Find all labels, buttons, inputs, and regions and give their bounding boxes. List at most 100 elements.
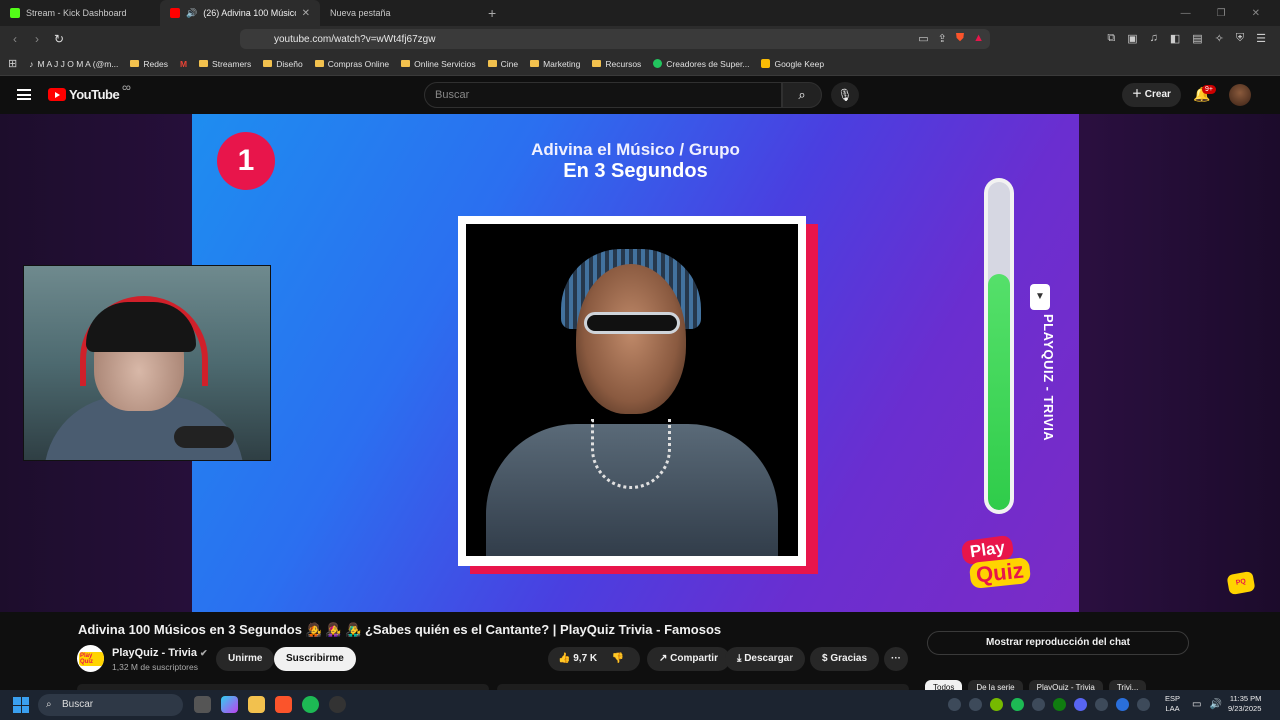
bookmark-label: Cine <box>500 58 519 69</box>
bookmark-streamers[interactable]: Streamers <box>199 59 251 69</box>
bluetooth-icon[interactable] <box>1116 698 1129 711</box>
folder-icon <box>487 60 497 67</box>
apps-grid-icon[interactable]: ⊞ <box>8 57 17 70</box>
account-avatar[interactable] <box>1229 84 1251 106</box>
windows-start-icon[interactable] <box>13 697 29 713</box>
cast-icon[interactable]: ▭ <box>918 32 928 45</box>
share-button[interactable]: ↗ Compartir <box>647 647 730 671</box>
bookmark-online-servicios[interactable]: Online Servicios <box>401 58 476 69</box>
bookmark-label: Google Keep <box>774 58 825 69</box>
bookmark-marketing[interactable]: Marketing <box>530 59 580 69</box>
dislike-button[interactable]: 👎 <box>612 653 624 664</box>
bookmark-cine[interactable]: Cine <box>487 58 519 69</box>
thanks-button[interactable]: $ Gracias <box>810 647 880 671</box>
download-label: Descargar <box>744 653 794 664</box>
bookmark-label: Redes <box>143 58 168 69</box>
file-explorer-icon[interactable] <box>248 696 265 713</box>
download-button[interactable]: ⤓ Descargar <box>725 647 806 671</box>
taskbar-clock[interactable]: 11:35 PM 9/23/2025 <box>1228 694 1261 714</box>
bookmark-compras-online[interactable]: Compras Online <box>314 59 389 69</box>
share-icon[interactable]: ⇪ <box>938 32 947 45</box>
timer-meter-track <box>988 182 1010 510</box>
media-icon[interactable]: ♫ <box>1150 32 1158 45</box>
obs-icon[interactable] <box>329 696 346 713</box>
menu-icon[interactable]: ☰ <box>1256 32 1266 45</box>
hamburger-menu-icon[interactable] <box>17 89 31 100</box>
minimize-icon[interactable]: — <box>1181 8 1191 19</box>
thumbs-up-icon: 👍 <box>558 653 574 664</box>
clock-date: 9/23/2025 <box>1228 704 1262 713</box>
address-bar[interactable]: youtube.com/watch?v=wWt4fj67zgw ▭ ⇪ ⛊ ▲ <box>240 29 990 49</box>
vpn-icon[interactable]: ⛨ <box>1236 32 1244 45</box>
video-player[interactable]: 1 Adivina el Músico / Grupo En 3 Segundo… <box>192 114 1079 612</box>
bookmark-label: M A J J O M A (@m... <box>37 58 119 69</box>
youtube-logo[interactable]: YouTube CO <box>48 86 131 102</box>
browser-right-tools: ⧉ ▣ ♫ ◧ ▤ ✧ ⛨ ☰ <box>1107 32 1266 45</box>
thumbs-down-icon: 👎 <box>611 653 625 664</box>
artist-photo <box>466 224 798 556</box>
new-tab-button[interactable]: + <box>480 5 504 21</box>
gmail-icon: M <box>179 58 188 69</box>
extensions-icon[interactable]: ⧉ <box>1107 32 1115 45</box>
brave-browser-icon[interactable] <box>275 696 292 713</box>
tray-app-icon[interactable] <box>1095 698 1108 711</box>
search-input[interactable]: Buscar <box>424 82 782 108</box>
bookmark-tiktok[interactable]: ♪ M A J J O M A (@m... <box>29 59 118 69</box>
channel-name[interactable]: PlayQuiz - Trivia ✔ <box>112 647 208 659</box>
youtube-header: YouTube CO Buscar ⌕ 🎙 ＋ Crear 🔔 9+ <box>0 76 1280 114</box>
discord-icon[interactable] <box>1074 698 1087 711</box>
sunglasses <box>584 312 680 334</box>
leo-ai-icon[interactable]: ✧ <box>1215 32 1224 45</box>
show-chat-replay-button[interactable]: Mostrar reproducción del chat <box>927 631 1189 655</box>
xbox-icon[interactable] <box>1053 698 1066 711</box>
quick-settings[interactable]: ▭ 🔊 <box>1192 699 1222 710</box>
bookmark-redes[interactable]: Redes <box>130 59 168 69</box>
search-button[interactable]: ⌕ <box>782 82 822 108</box>
kick-icon <box>10 8 20 18</box>
voice-search-button[interactable]: 🎙 <box>831 82 859 108</box>
taskbar-search[interactable]: Buscar <box>38 694 183 716</box>
tab-new-tab[interactable]: Nueva pestaña <box>320 0 480 26</box>
input-language[interactable]: ESP LAA <box>1165 694 1180 714</box>
spotify-tray-icon[interactable] <box>1011 698 1024 711</box>
sidebar-icon[interactable]: ◧ <box>1170 32 1180 45</box>
close-tab-icon[interactable]: ✕ <box>302 8 310 19</box>
bookmark-recursos[interactable]: Recursos <box>592 59 641 69</box>
join-button[interactable]: Unirme <box>216 647 275 671</box>
channel-avatar[interactable] <box>77 645 104 672</box>
create-button[interactable]: ＋ Crear <box>1122 83 1181 107</box>
brave-rewards-icon[interactable]: ▲ <box>973 32 984 45</box>
back-icon[interactable]: ‹ <box>4 32 26 46</box>
more-actions-button[interactable]: ··· <box>884 647 908 671</box>
tray-app-icon[interactable] <box>969 698 982 711</box>
forward-icon[interactable]: › <box>26 32 48 46</box>
bookmark-google-keep[interactable]: Google Keep <box>761 59 824 69</box>
close-window-icon[interactable]: ✕ <box>1252 8 1260 19</box>
wallet-icon[interactable]: ▤ <box>1192 32 1202 45</box>
bookmark-diseno[interactable]: Diseño <box>263 59 303 69</box>
steam-icon[interactable] <box>1032 698 1045 711</box>
video-title: Adivina 100 Músicos en 3 Segundos 🧑‍🎤 👩‍… <box>78 622 722 637</box>
copilot-icon[interactable] <box>221 696 238 713</box>
screenshot-icon[interactable]: ▣ <box>1127 32 1137 45</box>
spotify-icon[interactable] <box>302 696 319 713</box>
like-button[interactable]: 👍 9,7 K <box>558 653 597 664</box>
folder-icon <box>592 60 602 67</box>
tab-kick-dashboard[interactable]: Stream - Kick Dashboard <box>0 0 160 26</box>
youtube-icon <box>170 8 180 18</box>
search-icon: ⌕ <box>798 87 806 102</box>
tab-youtube-video[interactable]: 🔊 (26) Adivina 100 Músicos en ✕ <box>160 0 320 26</box>
bookmark-label: Online Servicios <box>414 58 476 69</box>
nvidia-icon[interactable] <box>990 698 1003 711</box>
subscribe-button[interactable]: Suscribirme <box>274 647 356 671</box>
tray-app-icon[interactable] <box>948 698 961 711</box>
folder-icon <box>130 60 140 67</box>
usb-icon[interactable] <box>1137 698 1150 711</box>
reload-icon[interactable]: ↻ <box>48 32 70 46</box>
task-view-icon[interactable] <box>194 696 211 713</box>
maximize-icon[interactable]: ❐ <box>1217 8 1226 19</box>
folder-icon <box>530 60 540 67</box>
brave-shield-icon[interactable]: ⛊ <box>956 32 964 45</box>
bookmark-creadores[interactable]: Creadores de Super... <box>653 59 749 69</box>
bookmark-gmail[interactable]: M <box>180 59 187 69</box>
